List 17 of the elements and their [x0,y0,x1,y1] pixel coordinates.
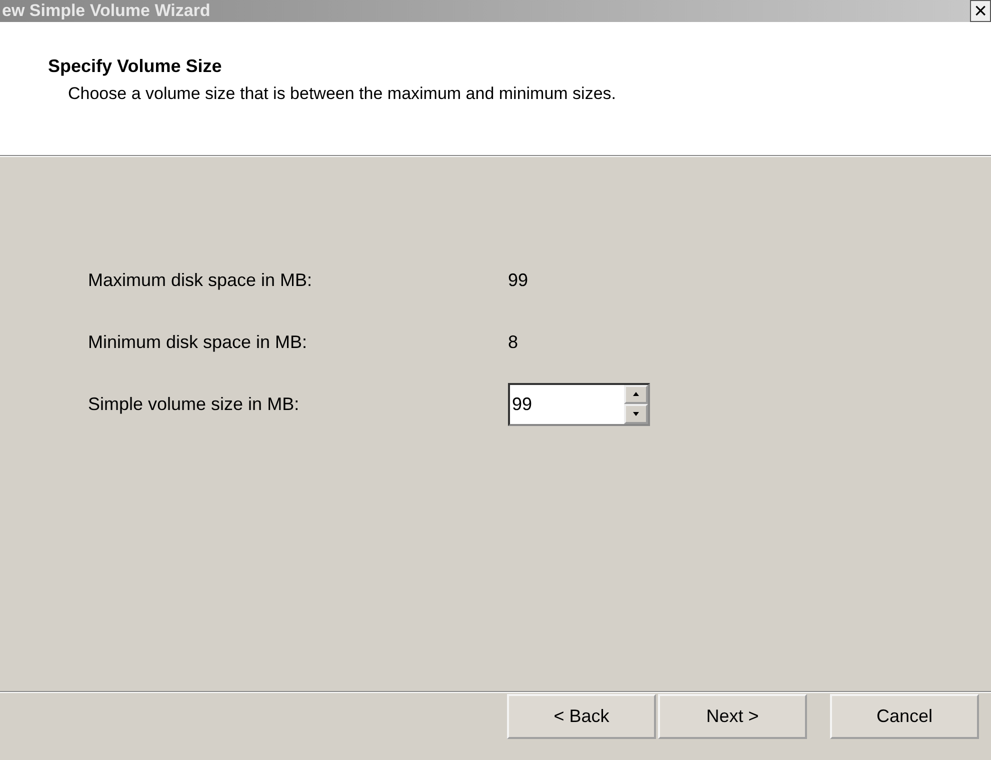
spin-up-button[interactable] [624,384,648,404]
down-triangle-icon [633,412,639,416]
size-spin-field[interactable]: 99 [508,382,650,426]
field-label: Maximum disk space in MB: [88,268,314,292]
up-triangle-icon [633,392,639,396]
next-button[interactable]: Next > [658,694,807,739]
page-heading: Specify Volume Size [48,56,223,78]
field-label: Minimum disk space in MB: [88,330,308,354]
field-value: 99 [508,268,528,292]
page-description: Choose a volume size that is between the maximum and minimum sizes. [68,82,618,105]
cancel-button[interactable]: Cancel [830,694,979,739]
back-button[interactable]: < Back [507,694,656,739]
window-title: ew Simple Volume Wizard [1,0,210,22]
field-value: 8 [508,330,518,354]
close-button[interactable]: × [970,0,991,22]
field-label: Simple volume size in MB: [88,392,300,416]
spin-down-button[interactable] [624,404,648,424]
